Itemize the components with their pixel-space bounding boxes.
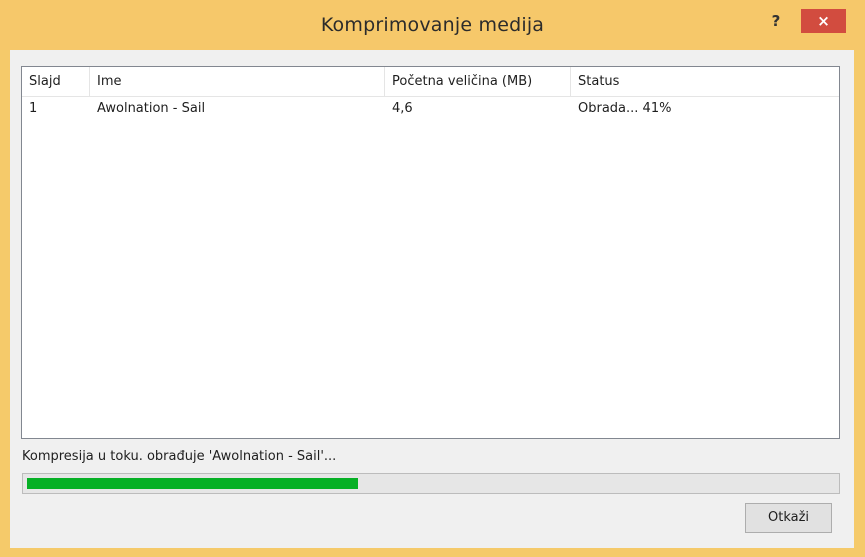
close-icon: × (817, 12, 830, 30)
cell-original-size: 4,6 (392, 101, 413, 116)
list-item[interactable]: 1 Awolnation - Sail 4,6 Obrada... 41% (22, 97, 839, 121)
close-button[interactable]: × (801, 9, 846, 33)
progress-bar-fill (27, 478, 358, 489)
column-header-original-size[interactable]: Početna veličina (MB) (385, 67, 571, 97)
column-header-status[interactable]: Status (571, 67, 839, 97)
cell-name: Awolnation - Sail (97, 101, 206, 116)
column-header-name[interactable]: Ime (90, 67, 385, 97)
progress-status-text: Kompresija u toku. obrađuje 'Awolnation … (22, 449, 337, 464)
dialog-body: Slajd Ime Početna veličina (MB) Status 1… (10, 50, 854, 548)
cell-status: Obrada... 41% (578, 101, 672, 116)
list-header: Slajd Ime Početna veličina (MB) Status (22, 67, 839, 97)
progress-bar (22, 473, 840, 494)
cancel-button[interactable]: Otkaži (745, 503, 832, 533)
dialog-title: Komprimovanje medija (320, 14, 545, 36)
cell-slide: 1 (29, 101, 38, 116)
media-list[interactable]: Slajd Ime Početna veličina (MB) Status 1… (21, 66, 840, 439)
compress-media-dialog: Komprimovanje medija ? × Slajd Ime Počet… (0, 0, 865, 557)
column-header-slide[interactable]: Slajd (22, 67, 90, 97)
title-bar: Komprimovanje medija ? × (0, 0, 865, 50)
help-button[interactable]: ? (762, 10, 790, 32)
